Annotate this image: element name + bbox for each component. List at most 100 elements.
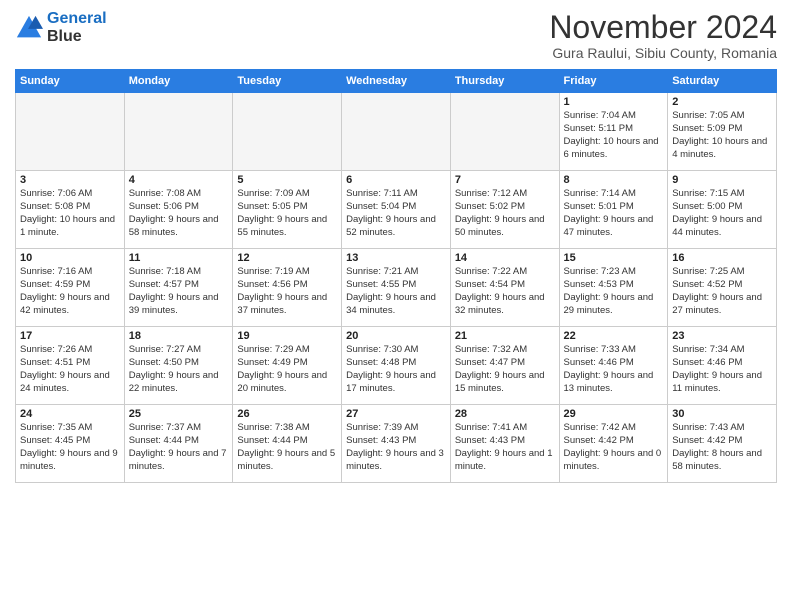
- cell-daylight-info: Sunrise: 7:09 AM Sunset: 5:05 PM Dayligh…: [237, 188, 337, 239]
- page-container: General Blue November 2024 Gura Raului, …: [0, 0, 792, 493]
- cell-day-number: 11: [129, 252, 229, 264]
- cell-day-number: 20: [346, 330, 446, 342]
- calendar-table: Sunday Monday Tuesday Wednesday Thursday…: [15, 69, 777, 483]
- calendar-cell: 5 Sunrise: 7:09 AM Sunset: 5:05 PM Daylig…: [233, 171, 342, 249]
- cell-day-number: 14: [455, 252, 555, 264]
- calendar-cell: 22 Sunrise: 7:33 AM Sunset: 4:46 PM Dayli…: [559, 327, 668, 405]
- calendar-cell: 15 Sunrise: 7:23 AM Sunset: 4:53 PM Dayli…: [559, 249, 668, 327]
- header-wednesday: Wednesday: [342, 70, 451, 93]
- calendar-header-row: Sunday Monday Tuesday Wednesday Thursday…: [16, 70, 777, 93]
- cell-daylight-info: Sunrise: 7:39 AM Sunset: 4:43 PM Dayligh…: [346, 422, 446, 473]
- cell-daylight-info: Sunrise: 7:34 AM Sunset: 4:46 PM Dayligh…: [672, 344, 772, 395]
- cell-day-number: 8: [564, 174, 664, 186]
- cell-day-number: 17: [20, 330, 120, 342]
- cell-day-number: 1: [564, 96, 664, 108]
- calendar-cell: 2 Sunrise: 7:05 AM Sunset: 5:09 PM Daylig…: [668, 93, 777, 171]
- cell-daylight-info: Sunrise: 7:16 AM Sunset: 4:59 PM Dayligh…: [20, 266, 120, 317]
- cell-day-number: 25: [129, 408, 229, 420]
- cell-day-number: 23: [672, 330, 772, 342]
- logo-text: General Blue: [47, 10, 107, 45]
- calendar-cell: 29 Sunrise: 7:42 AM Sunset: 4:42 PM Dayli…: [559, 405, 668, 483]
- cell-day-number: 10: [20, 252, 120, 264]
- calendar-cell: 19Sunrise: 7:29 AM Sunset: 4:49 PM Dayli…: [233, 327, 342, 405]
- calendar-cell: [16, 93, 125, 171]
- cell-daylight-info: Sunrise: 7:26 AM Sunset: 4:51 PM Dayligh…: [20, 344, 120, 395]
- cell-day-number: 12: [237, 252, 337, 264]
- header-sunday: Sunday: [16, 70, 125, 93]
- cell-daylight-info: Sunrise: 7:11 AM Sunset: 5:04 PM Dayligh…: [346, 188, 446, 239]
- calendar-cell: 24Sunrise: 7:35 AM Sunset: 4:45 PM Dayli…: [16, 405, 125, 483]
- calendar-cell: 11 Sunrise: 7:18 AM Sunset: 4:57 PM Dayli…: [124, 249, 233, 327]
- cell-daylight-info: Sunrise: 7:30 AM Sunset: 4:48 PM Dayligh…: [346, 344, 446, 395]
- calendar-cell: 27 Sunrise: 7:39 AM Sunset: 4:43 PM Dayli…: [342, 405, 451, 483]
- cell-daylight-info: Sunrise: 7:22 AM Sunset: 4:54 PM Dayligh…: [455, 266, 555, 317]
- cell-day-number: 15: [564, 252, 664, 264]
- cell-daylight-info: Sunrise: 7:37 AM Sunset: 4:44 PM Dayligh…: [129, 422, 229, 473]
- header-monday: Monday: [124, 70, 233, 93]
- cell-day-number: 5: [237, 174, 337, 186]
- cell-daylight-info: Sunrise: 7:33 AM Sunset: 4:46 PM Dayligh…: [564, 344, 664, 395]
- cell-daylight-info: Sunrise: 7:21 AM Sunset: 4:55 PM Dayligh…: [346, 266, 446, 317]
- calendar-cell: 9 Sunrise: 7:15 AM Sunset: 5:00 PM Daylig…: [668, 171, 777, 249]
- header: General Blue November 2024 Gura Raului, …: [15, 10, 777, 61]
- calendar-cell: 18Sunrise: 7:27 AM Sunset: 4:50 PM Dayli…: [124, 327, 233, 405]
- calendar-body: 1 Sunrise: 7:04 AM Sunset: 5:11 PM Daylig…: [16, 93, 777, 483]
- cell-daylight-info: Sunrise: 7:19 AM Sunset: 4:56 PM Dayligh…: [237, 266, 337, 317]
- location-subtitle: Gura Raului, Sibiu County, Romania: [549, 45, 777, 61]
- cell-daylight-info: Sunrise: 7:29 AM Sunset: 4:49 PM Dayligh…: [237, 344, 337, 395]
- cell-daylight-info: Sunrise: 7:42 AM Sunset: 4:42 PM Dayligh…: [564, 422, 664, 473]
- cell-daylight-info: Sunrise: 7:15 AM Sunset: 5:00 PM Dayligh…: [672, 188, 772, 239]
- calendar-cell: 16Sunrise: 7:25 AM Sunset: 4:52 PM Dayli…: [668, 249, 777, 327]
- logo: General Blue: [15, 10, 107, 45]
- calendar-cell: 17 Sunrise: 7:26 AM Sunset: 4:51 PM Dayli…: [16, 327, 125, 405]
- logo-icon: [15, 14, 43, 42]
- cell-day-number: 30: [672, 408, 772, 420]
- calendar-week-row: 17 Sunrise: 7:26 AM Sunset: 4:51 PM Dayli…: [16, 327, 777, 405]
- cell-day-number: 6: [346, 174, 446, 186]
- calendar-cell: [450, 93, 559, 171]
- calendar-cell: [342, 93, 451, 171]
- calendar-week-row: 1 Sunrise: 7:04 AM Sunset: 5:11 PM Daylig…: [16, 93, 777, 171]
- cell-day-number: 28: [455, 408, 555, 420]
- header-tuesday: Tuesday: [233, 70, 342, 93]
- cell-daylight-info: Sunrise: 7:18 AM Sunset: 4:57 PM Dayligh…: [129, 266, 229, 317]
- cell-day-number: 16: [672, 252, 772, 264]
- cell-day-number: 22: [564, 330, 664, 342]
- cell-day-number: 9: [672, 174, 772, 186]
- calendar-cell: 1 Sunrise: 7:04 AM Sunset: 5:11 PM Daylig…: [559, 93, 668, 171]
- cell-daylight-info: Sunrise: 7:35 AM Sunset: 4:45 PM Dayligh…: [20, 422, 120, 473]
- logo-general: General: [47, 10, 107, 27]
- cell-daylight-info: Sunrise: 7:32 AM Sunset: 4:47 PM Dayligh…: [455, 344, 555, 395]
- cell-day-number: 21: [455, 330, 555, 342]
- cell-day-number: 3: [20, 174, 120, 186]
- cell-daylight-info: Sunrise: 7:38 AM Sunset: 4:44 PM Dayligh…: [237, 422, 337, 473]
- cell-day-number: 2: [672, 96, 772, 108]
- calendar-cell: 20 Sunrise: 7:30 AM Sunset: 4:48 PM Dayli…: [342, 327, 451, 405]
- cell-day-number: 29: [564, 408, 664, 420]
- cell-daylight-info: Sunrise: 7:14 AM Sunset: 5:01 PM Dayligh…: [564, 188, 664, 239]
- cell-daylight-info: Sunrise: 7:08 AM Sunset: 5:06 PM Dayligh…: [129, 188, 229, 239]
- calendar-cell: [124, 93, 233, 171]
- month-title: November 2024: [549, 10, 777, 45]
- calendar-cell: 21 Sunrise: 7:32 AM Sunset: 4:47 PM Dayli…: [450, 327, 559, 405]
- cell-daylight-info: Sunrise: 7:23 AM Sunset: 4:53 PM Dayligh…: [564, 266, 664, 317]
- cell-daylight-info: Sunrise: 7:41 AM Sunset: 4:43 PM Dayligh…: [455, 422, 555, 473]
- calendar-cell: 25 Sunrise: 7:37 AM Sunset: 4:44 PM Dayli…: [124, 405, 233, 483]
- cell-daylight-info: Sunrise: 7:43 AM Sunset: 4:42 PM Dayligh…: [672, 422, 772, 473]
- cell-daylight-info: Sunrise: 7:05 AM Sunset: 5:09 PM Dayligh…: [672, 110, 772, 161]
- calendar-week-row: 3 Sunrise: 7:06 AM Sunset: 5:08 PM Daylig…: [16, 171, 777, 249]
- calendar-cell: 4Sunrise: 7:08 AM Sunset: 5:06 PM Daylig…: [124, 171, 233, 249]
- calendar-cell: 30 Sunrise: 7:43 AM Sunset: 4:42 PM Dayli…: [668, 405, 777, 483]
- cell-day-number: 27: [346, 408, 446, 420]
- calendar-cell: 13 Sunrise: 7:21 AM Sunset: 4:55 PM Dayli…: [342, 249, 451, 327]
- cell-daylight-info: Sunrise: 7:04 AM Sunset: 5:11 PM Dayligh…: [564, 110, 664, 161]
- calendar-week-row: 24Sunrise: 7:35 AM Sunset: 4:45 PM Dayli…: [16, 405, 777, 483]
- cell-daylight-info: Sunrise: 7:06 AM Sunset: 5:08 PM Dayligh…: [20, 188, 120, 239]
- calendar-cell: 8 Sunrise: 7:14 AM Sunset: 5:01 PM Daylig…: [559, 171, 668, 249]
- cell-day-number: 13: [346, 252, 446, 264]
- cell-day-number: 7: [455, 174, 555, 186]
- calendar-cell: 10 Sunrise: 7:16 AM Sunset: 4:59 PM Dayli…: [16, 249, 125, 327]
- calendar-cell: 14 Sunrise: 7:22 AM Sunset: 4:54 PM Dayli…: [450, 249, 559, 327]
- cell-daylight-info: Sunrise: 7:12 AM Sunset: 5:02 PM Dayligh…: [455, 188, 555, 239]
- cell-day-number: 18: [129, 330, 229, 342]
